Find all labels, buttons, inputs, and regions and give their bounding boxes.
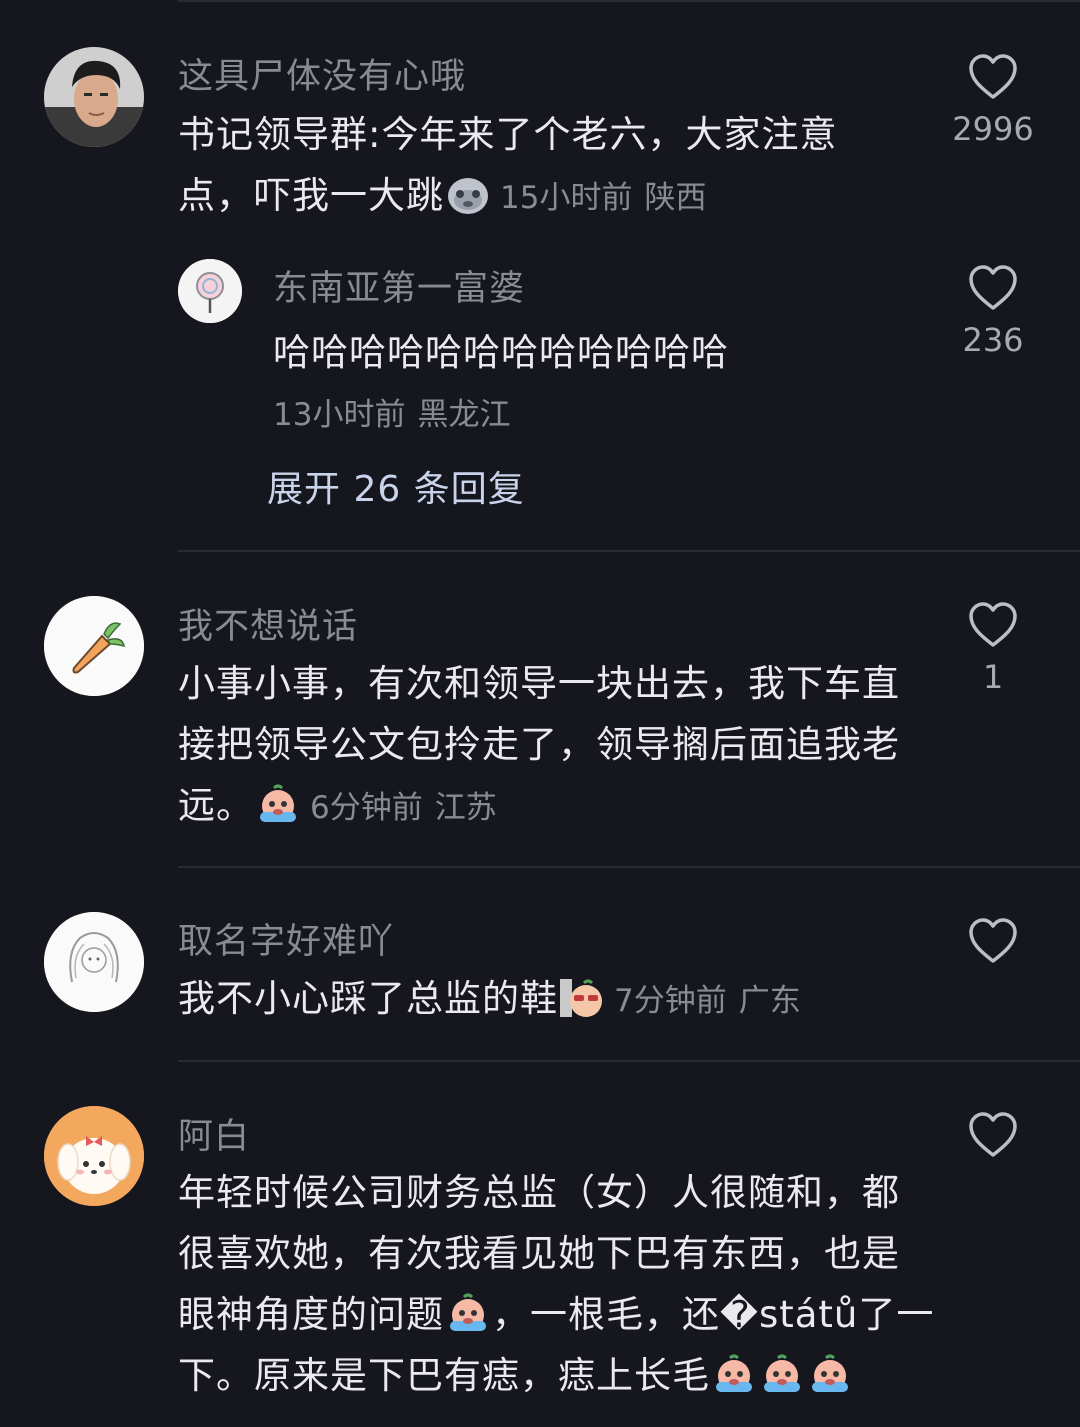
comment-divider: [178, 550, 1080, 552]
comment-location: 江苏: [434, 790, 497, 826]
avatar[interactable]: [44, 912, 144, 1012]
heart-icon: [969, 918, 1017, 963]
crying-emoji-icon: [764, 1354, 800, 1392]
reply-username[interactable]: 东南亚第一富婆: [273, 260, 525, 311]
comment-meta: 6分钟前 江苏: [310, 790, 497, 826]
comment-meta: 7分钟前 广东: [614, 983, 801, 1019]
crying-emoji-icon: [716, 1354, 752, 1392]
reply-like-button[interactable]: 236: [928, 265, 1058, 359]
like-count: 1: [982, 658, 1004, 696]
comment-meta: 15小时前 陕西: [500, 180, 706, 216]
heart-icon: [969, 602, 1017, 647]
comment-text-line: 我不小心踩了总监的鞋: [178, 977, 558, 1020]
comment-text-line: 书记领导群:今年来了个老六，大家注意: [178, 113, 838, 156]
reply-location: 黑龙江: [417, 397, 511, 433]
comment-username[interactable]: 阿白: [178, 1108, 250, 1159]
comment-text-line: 眼神角度的问题: [178, 1293, 444, 1336]
comment-text-line: 点，吓我一大跳: [178, 174, 444, 217]
like-count: 2996: [952, 110, 1034, 148]
carrot-avatar-icon: [44, 596, 144, 696]
sketch-girl-avatar-icon: [44, 912, 144, 1012]
comment-text-line: 下。原来是下巴有痣，痣上长毛: [178, 1354, 710, 1397]
comment-username[interactable]: 这具尸体没有心哦: [178, 48, 466, 99]
comment-divider: [178, 1060, 1080, 1062]
like-button[interactable]: 1: [928, 602, 1058, 696]
comment-location: 陕西: [644, 180, 707, 216]
reply-time: 13小时前: [273, 397, 406, 433]
heart-icon: [969, 265, 1017, 310]
comment-text-line: 远。: [178, 784, 254, 827]
comment-time: 7分钟前: [614, 983, 727, 1019]
avatar[interactable]: [44, 47, 144, 147]
comment-text: 年轻时候公司财务总监（女）人很随和，都 很喜欢她，有次我看见她下巴有东西，也是 …: [178, 1162, 938, 1406]
comment-text-line: ，一根毛，还�států了一: [492, 1293, 935, 1336]
like-button[interactable]: [928, 918, 1058, 974]
reply-avatar[interactable]: [178, 259, 242, 323]
peek-sunglasses-emoji-icon: [560, 979, 602, 1017]
crying-emoji-icon: [812, 1354, 848, 1392]
comment-text: 我不小心踩了总监的鞋 7分钟前 广东: [178, 968, 1058, 1032]
comment-time: 15小时前: [500, 180, 633, 216]
comment-text-line: 很喜欢她，有次我看见她下巴有东西，也是: [178, 1232, 900, 1275]
comment-location: 广东: [738, 983, 801, 1019]
like-button[interactable]: [928, 1112, 1058, 1168]
comment-text-line: 接把领导公文包拎走了，领导搁后面追我老: [178, 723, 900, 766]
ghost-emoji-icon: [448, 178, 488, 214]
comment-username[interactable]: 取名字好难吖: [178, 913, 394, 964]
comment-text-line: 小事小事，有次和领导一块出去，我下车直: [178, 662, 900, 705]
top-divider: [178, 0, 1080, 2]
heart-icon: [969, 1112, 1017, 1157]
reply-text: 哈哈哈哈哈哈哈哈哈哈哈哈: [273, 331, 729, 374]
crying-emoji-icon: [260, 784, 296, 822]
comment-text: 小事小事，有次和领导一块出去，我下车直 接把领导公文包拎走了，领导搁后面追我老 …: [178, 653, 938, 839]
heart-icon: [969, 54, 1017, 99]
expand-replies-button[interactable]: 展开 26 条回复: [267, 460, 525, 512]
user-photo-avatar: [44, 47, 144, 147]
reply-meta: 13小时前 黑龙江: [273, 389, 510, 434]
comment-text: 书记领导群:今年来了个老六，大家注意 点，吓我一大跳 15小时前 陕西: [178, 104, 938, 229]
like-button[interactable]: 2996: [928, 54, 1058, 148]
comment-username[interactable]: 我不想说话: [178, 598, 358, 649]
comment-divider: [178, 866, 1080, 868]
comment-text-line: 年轻时候公司财务总监（女）人很随和，都: [178, 1171, 900, 1214]
comment-time: 6分钟前: [310, 790, 423, 826]
avatar[interactable]: [44, 1106, 144, 1206]
crying-emoji-icon: [450, 1293, 486, 1331]
puppy-avatar-icon: [44, 1106, 144, 1206]
lollipop-avatar-icon: [178, 259, 242, 323]
avatar[interactable]: [44, 596, 144, 696]
like-count: 236: [962, 321, 1024, 359]
